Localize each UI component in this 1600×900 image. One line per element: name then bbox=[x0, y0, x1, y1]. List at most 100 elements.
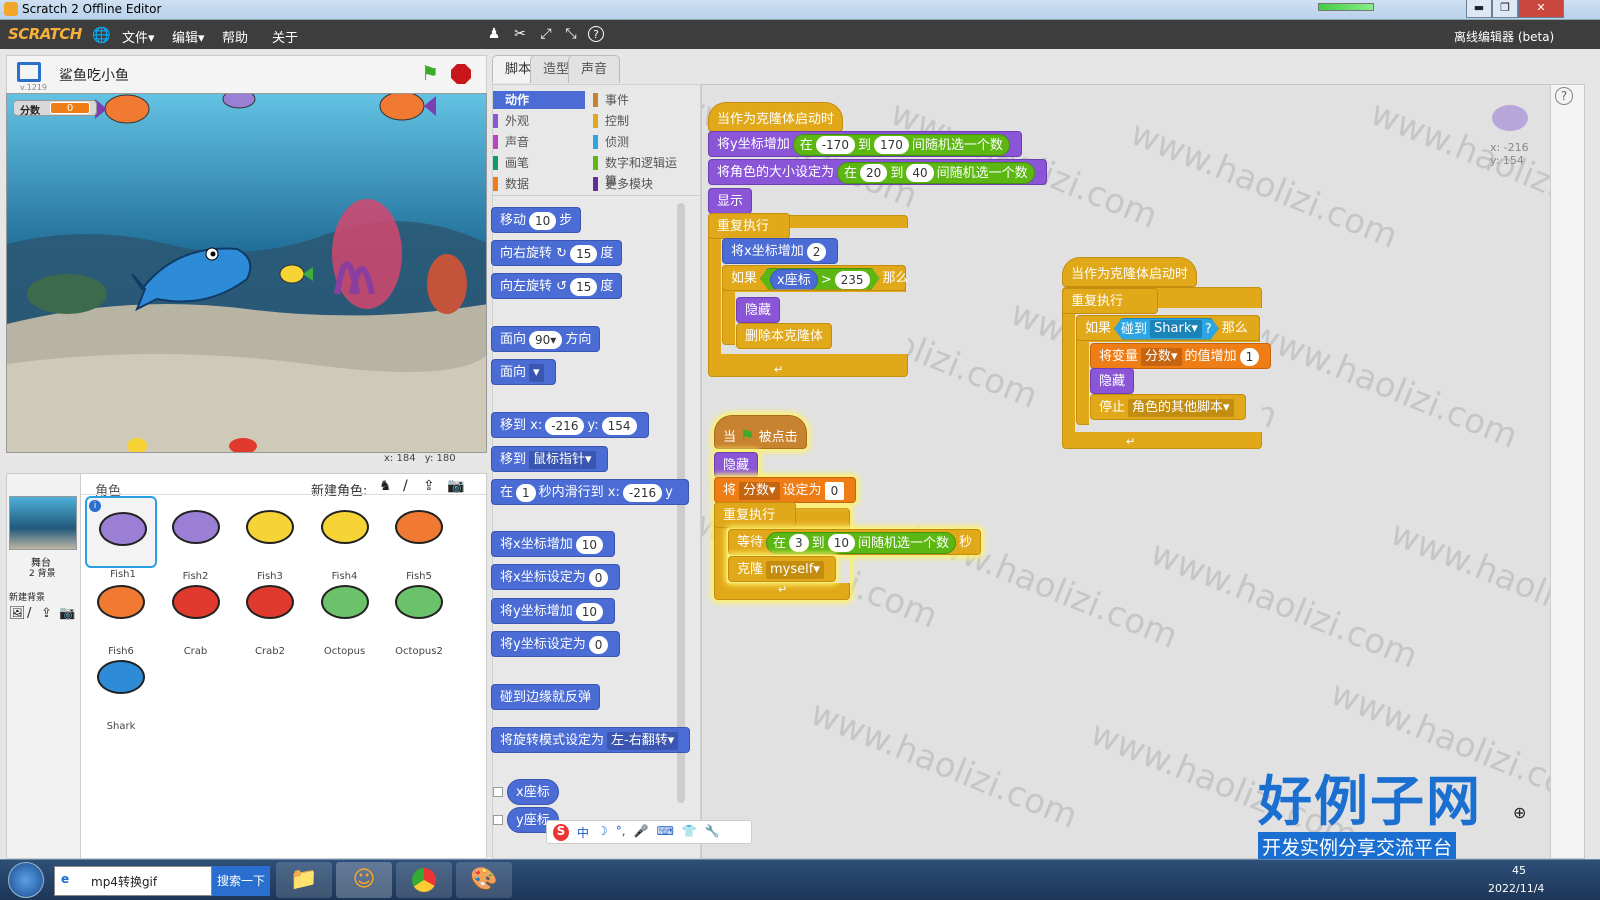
block-hide[interactable]: 隐藏 bbox=[736, 297, 781, 323]
ime-item[interactable]: 🔧 bbox=[705, 824, 720, 841]
camera-backdrop-icon[interactable]: 📷 bbox=[59, 606, 75, 621]
block-rotation-style[interactable]: 将旋转模式设定为 左-右翻转▾ bbox=[491, 727, 691, 753]
forever-label[interactable]: 重复执行 bbox=[714, 502, 796, 528]
close-button[interactable]: ✕ bbox=[1518, 0, 1564, 18]
sprite-tile[interactable]: Fish2 bbox=[160, 496, 232, 582]
category-0[interactable]: 动作 bbox=[493, 91, 585, 109]
shrink-icon[interactable]: ⤡ bbox=[563, 26, 579, 42]
sprite-tile[interactable]: Octopus2 bbox=[383, 571, 455, 657]
sprite-tile[interactable]: Crab2 bbox=[234, 571, 306, 657]
chrome-icon[interactable] bbox=[396, 862, 452, 898]
block-change-x[interactable]: 将x坐标增加 10 bbox=[491, 531, 615, 557]
block-set-size-random[interactable]: 将角色的大小设定为在 20 到 40 间随机选一个数 bbox=[708, 159, 1047, 185]
block-hide[interactable]: 隐藏 bbox=[714, 452, 759, 478]
forever-label[interactable]: 重复执行 bbox=[708, 213, 790, 239]
category-7[interactable]: 数字和逻辑运算 bbox=[593, 154, 685, 188]
help-icon[interactable]: ? bbox=[588, 26, 604, 42]
menu-file[interactable]: 文件▾ bbox=[122, 27, 155, 46]
block-turn-left[interactable]: 向左旋转 ↺ 15 度 bbox=[491, 273, 623, 299]
reporter-x-position[interactable]: x座标 bbox=[507, 779, 559, 805]
globe-icon[interactable]: 🌐 bbox=[92, 26, 111, 44]
if-label[interactable]: 如果 碰到 Shark▾? 那么 bbox=[1076, 315, 1260, 341]
block-goto-xy[interactable]: 移到 x: -216 y: 154 bbox=[491, 412, 649, 438]
score-monitor[interactable]: 分数 0 bbox=[13, 100, 97, 117]
block-turn-right[interactable]: 向右旋转 ↻ 15 度 bbox=[491, 240, 623, 266]
paint-sprite-icon[interactable]: / bbox=[403, 478, 408, 494]
forever-label[interactable]: 重复执行 bbox=[1062, 288, 1158, 314]
category-3[interactable]: 控制 bbox=[593, 112, 685, 130]
menu-edit[interactable]: 编辑▾ bbox=[172, 27, 205, 46]
grow-icon[interactable]: ⤢ bbox=[538, 26, 554, 42]
upload-backdrop-icon[interactable]: ⇪ bbox=[41, 606, 52, 621]
block-show[interactable]: 显示 bbox=[708, 188, 753, 214]
block-bounce[interactable]: 碰到边缘就反弹 bbox=[491, 684, 601, 710]
help-icon[interactable]: ? bbox=[1555, 87, 1573, 105]
block-wait-random[interactable]: 等待在 3 到 10 间随机选一个数秒 bbox=[728, 529, 981, 555]
block-point-direction[interactable]: 面向 90▾ 方向 bbox=[491, 326, 601, 352]
category-4[interactable]: 声音 bbox=[493, 133, 585, 151]
stop-icon[interactable] bbox=[451, 64, 471, 84]
block-hide[interactable]: 隐藏 bbox=[1090, 368, 1135, 394]
block-change-y-random[interactable]: 将y坐标增加在 -170 到 170 间随机选一个数 bbox=[708, 131, 1022, 157]
hat-when-clone-starts[interactable]: 当作为克隆体启动时 bbox=[1062, 257, 1198, 287]
if-label[interactable]: 如果 x座标 >235 那么 bbox=[722, 265, 909, 291]
category-6[interactable]: 画笔 bbox=[493, 154, 585, 172]
hat-green-flag[interactable]: 当 ⚑ 被点击 bbox=[714, 415, 807, 449]
info-icon[interactable]: i bbox=[89, 500, 101, 512]
block-delete-clone[interactable]: 删除本克隆体 bbox=[736, 323, 833, 349]
menu-about[interactable]: 关于 bbox=[272, 27, 298, 46]
sprite-tile[interactable]: Fish1 i bbox=[85, 496, 157, 580]
fullscreen-icon[interactable] bbox=[17, 62, 41, 82]
project-title[interactable]: 鲨鱼吃小鱼 bbox=[59, 65, 129, 85]
category-5[interactable]: 侦测 bbox=[593, 133, 685, 151]
block-change-y[interactable]: 将y坐标增加 10 bbox=[491, 598, 615, 624]
sprite-tile[interactable]: Octopus bbox=[309, 571, 381, 657]
stage-thumbnail[interactable] bbox=[9, 496, 77, 550]
sprite-tile[interactable]: Fish5 bbox=[383, 496, 455, 582]
scratch-taskbar-icon[interactable]: ☺ bbox=[336, 862, 392, 898]
menu-help[interactable]: 帮助 bbox=[222, 27, 248, 46]
ime-item[interactable]: 👕 bbox=[682, 824, 697, 841]
ime-item[interactable]: 🎤 bbox=[634, 824, 649, 841]
sprite-tile[interactable]: Fish3 bbox=[234, 496, 306, 582]
explorer-icon[interactable]: 📁 bbox=[276, 862, 332, 898]
sprite-tile[interactable]: Shark bbox=[85, 646, 157, 732]
block-glide[interactable]: 在 1 秒内滑行到 x: -216 y bbox=[491, 479, 689, 505]
tab-sounds[interactable]: 声音 bbox=[568, 55, 621, 83]
ime-item[interactable]: °, bbox=[616, 824, 626, 841]
block-move[interactable]: 移动 10 步 bbox=[491, 207, 582, 233]
taskbar-search[interactable]: e mp4转换gif bbox=[54, 866, 212, 896]
category-8[interactable]: 数据 bbox=[493, 175, 585, 193]
upload-sprite-icon[interactable]: ⇪ bbox=[423, 478, 435, 494]
stage-canvas[interactable]: 分数 0 bbox=[6, 93, 487, 453]
block-goto-sprite[interactable]: 移到 鼠标指针▾ bbox=[491, 446, 608, 472]
paint-icon[interactable]: 🎨 bbox=[456, 862, 512, 898]
fish-sprite[interactable] bbox=[222, 94, 256, 109]
paint-backdrop-icon[interactable]: 🖼 bbox=[9, 606, 26, 621]
category-2[interactable]: 外观 bbox=[493, 112, 585, 130]
block-set-x[interactable]: 将x坐标设定为 0 bbox=[491, 564, 621, 590]
scripts-area[interactable]: www.haolizi.com www.haolizi.com www.haoliz… bbox=[701, 84, 1585, 859]
block-change-variable[interactable]: 将变量 分数▾ 的值增加 1 bbox=[1090, 343, 1272, 369]
category-1[interactable]: 事件 bbox=[593, 91, 685, 109]
draw-backdrop-icon[interactable]: / bbox=[27, 606, 31, 621]
block-stop[interactable]: 停止 角色的其他脚本▾ bbox=[1090, 394, 1246, 420]
camera-sprite-icon[interactable]: 📷 bbox=[447, 478, 464, 494]
sprite-tile[interactable]: Fish6 bbox=[85, 571, 157, 657]
sprite-tile[interactable]: Crab bbox=[160, 571, 232, 657]
checkbox-x[interactable] bbox=[493, 787, 503, 797]
category-9[interactable]: 更多模块 bbox=[593, 175, 685, 193]
ime-item[interactable]: S bbox=[553, 824, 569, 841]
search-button[interactable]: 搜索一下 bbox=[212, 866, 270, 896]
delete-icon[interactable]: ✂ bbox=[512, 26, 528, 42]
duplicate-icon[interactable]: ♟ bbox=[486, 26, 502, 42]
start-button[interactable] bbox=[8, 862, 44, 898]
block-change-x-2[interactable]: 将x坐标增加 2 bbox=[722, 238, 839, 264]
ime-item[interactable]: ⌨ bbox=[657, 824, 674, 841]
block-create-clone[interactable]: 克隆 myself▾ bbox=[728, 556, 836, 582]
hat-when-clone-starts[interactable]: 当作为克隆体启动时 bbox=[708, 102, 844, 132]
maximize-button[interactable]: ❐ bbox=[1492, 0, 1518, 18]
library-sprite-icon[interactable]: ♞ bbox=[379, 478, 392, 494]
minimize-button[interactable]: ▬ bbox=[1466, 0, 1492, 18]
block-point-towards[interactable]: 面向 ▾ bbox=[491, 359, 556, 385]
